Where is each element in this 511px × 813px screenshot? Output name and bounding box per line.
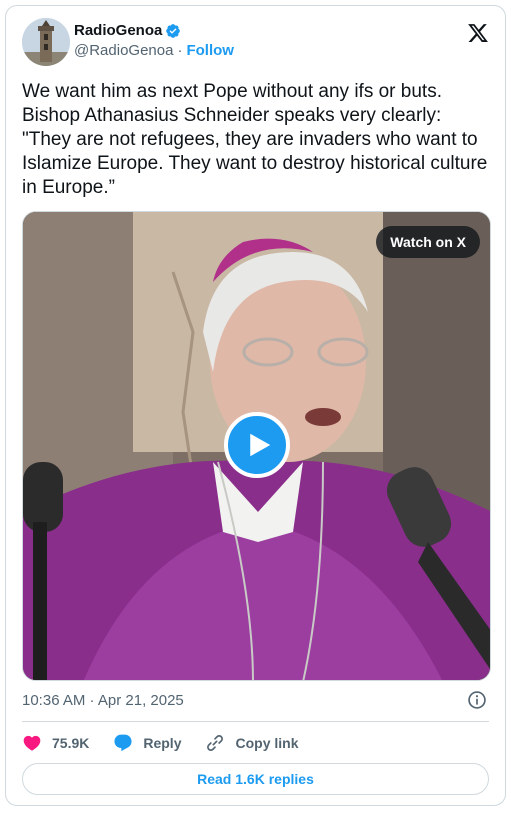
separator-dot: · <box>177 42 183 59</box>
tweet-header: RadioGenoa @RadioGenoa · Follow <box>22 18 489 66</box>
handle-row: @RadioGenoa · Follow <box>74 42 234 59</box>
reply-button[interactable]: Reply <box>113 733 181 753</box>
copy-link-button[interactable]: Copy link <box>205 733 299 753</box>
tower-avatar-image <box>22 18 70 66</box>
author-handle[interactable]: @RadioGenoa <box>74 42 173 59</box>
info-icon[interactable] <box>467 690 487 710</box>
author-name[interactable]: RadioGenoa <box>74 22 162 39</box>
avatar[interactable] <box>22 18 70 66</box>
play-button[interactable] <box>224 412 290 478</box>
name-row: RadioGenoa <box>74 22 181 39</box>
play-icon <box>250 433 271 457</box>
tweet-timestamp[interactable]: 10:36 AM · Apr 21, 2025 <box>22 692 184 709</box>
watch-on-x-button[interactable]: Watch on X <box>376 226 480 258</box>
copy-link-label: Copy link <box>235 735 299 751</box>
tweet-text: We want him as next Pope without any ifs… <box>22 81 488 198</box>
tweet-card: RadioGenoa @RadioGenoa · Follow We want … <box>5 5 506 806</box>
follow-button[interactable]: Follow <box>186 42 234 59</box>
like-count: 75.9K <box>52 735 90 751</box>
link-icon <box>205 733 225 753</box>
verified-badge-icon <box>165 23 181 39</box>
video-media[interactable]: Watch on X <box>22 211 491 681</box>
action-bar: 75.9K Reply Copy link <box>22 729 323 757</box>
divider <box>22 721 489 722</box>
like-button[interactable]: 75.9K <box>22 733 89 753</box>
x-logo-icon[interactable] <box>467 22 489 44</box>
heart-icon <box>22 733 42 753</box>
reply-label: Reply <box>143 735 182 751</box>
read-replies-button[interactable]: Read 1.6K replies <box>22 763 489 795</box>
speech-bubble-icon <box>113 733 133 753</box>
